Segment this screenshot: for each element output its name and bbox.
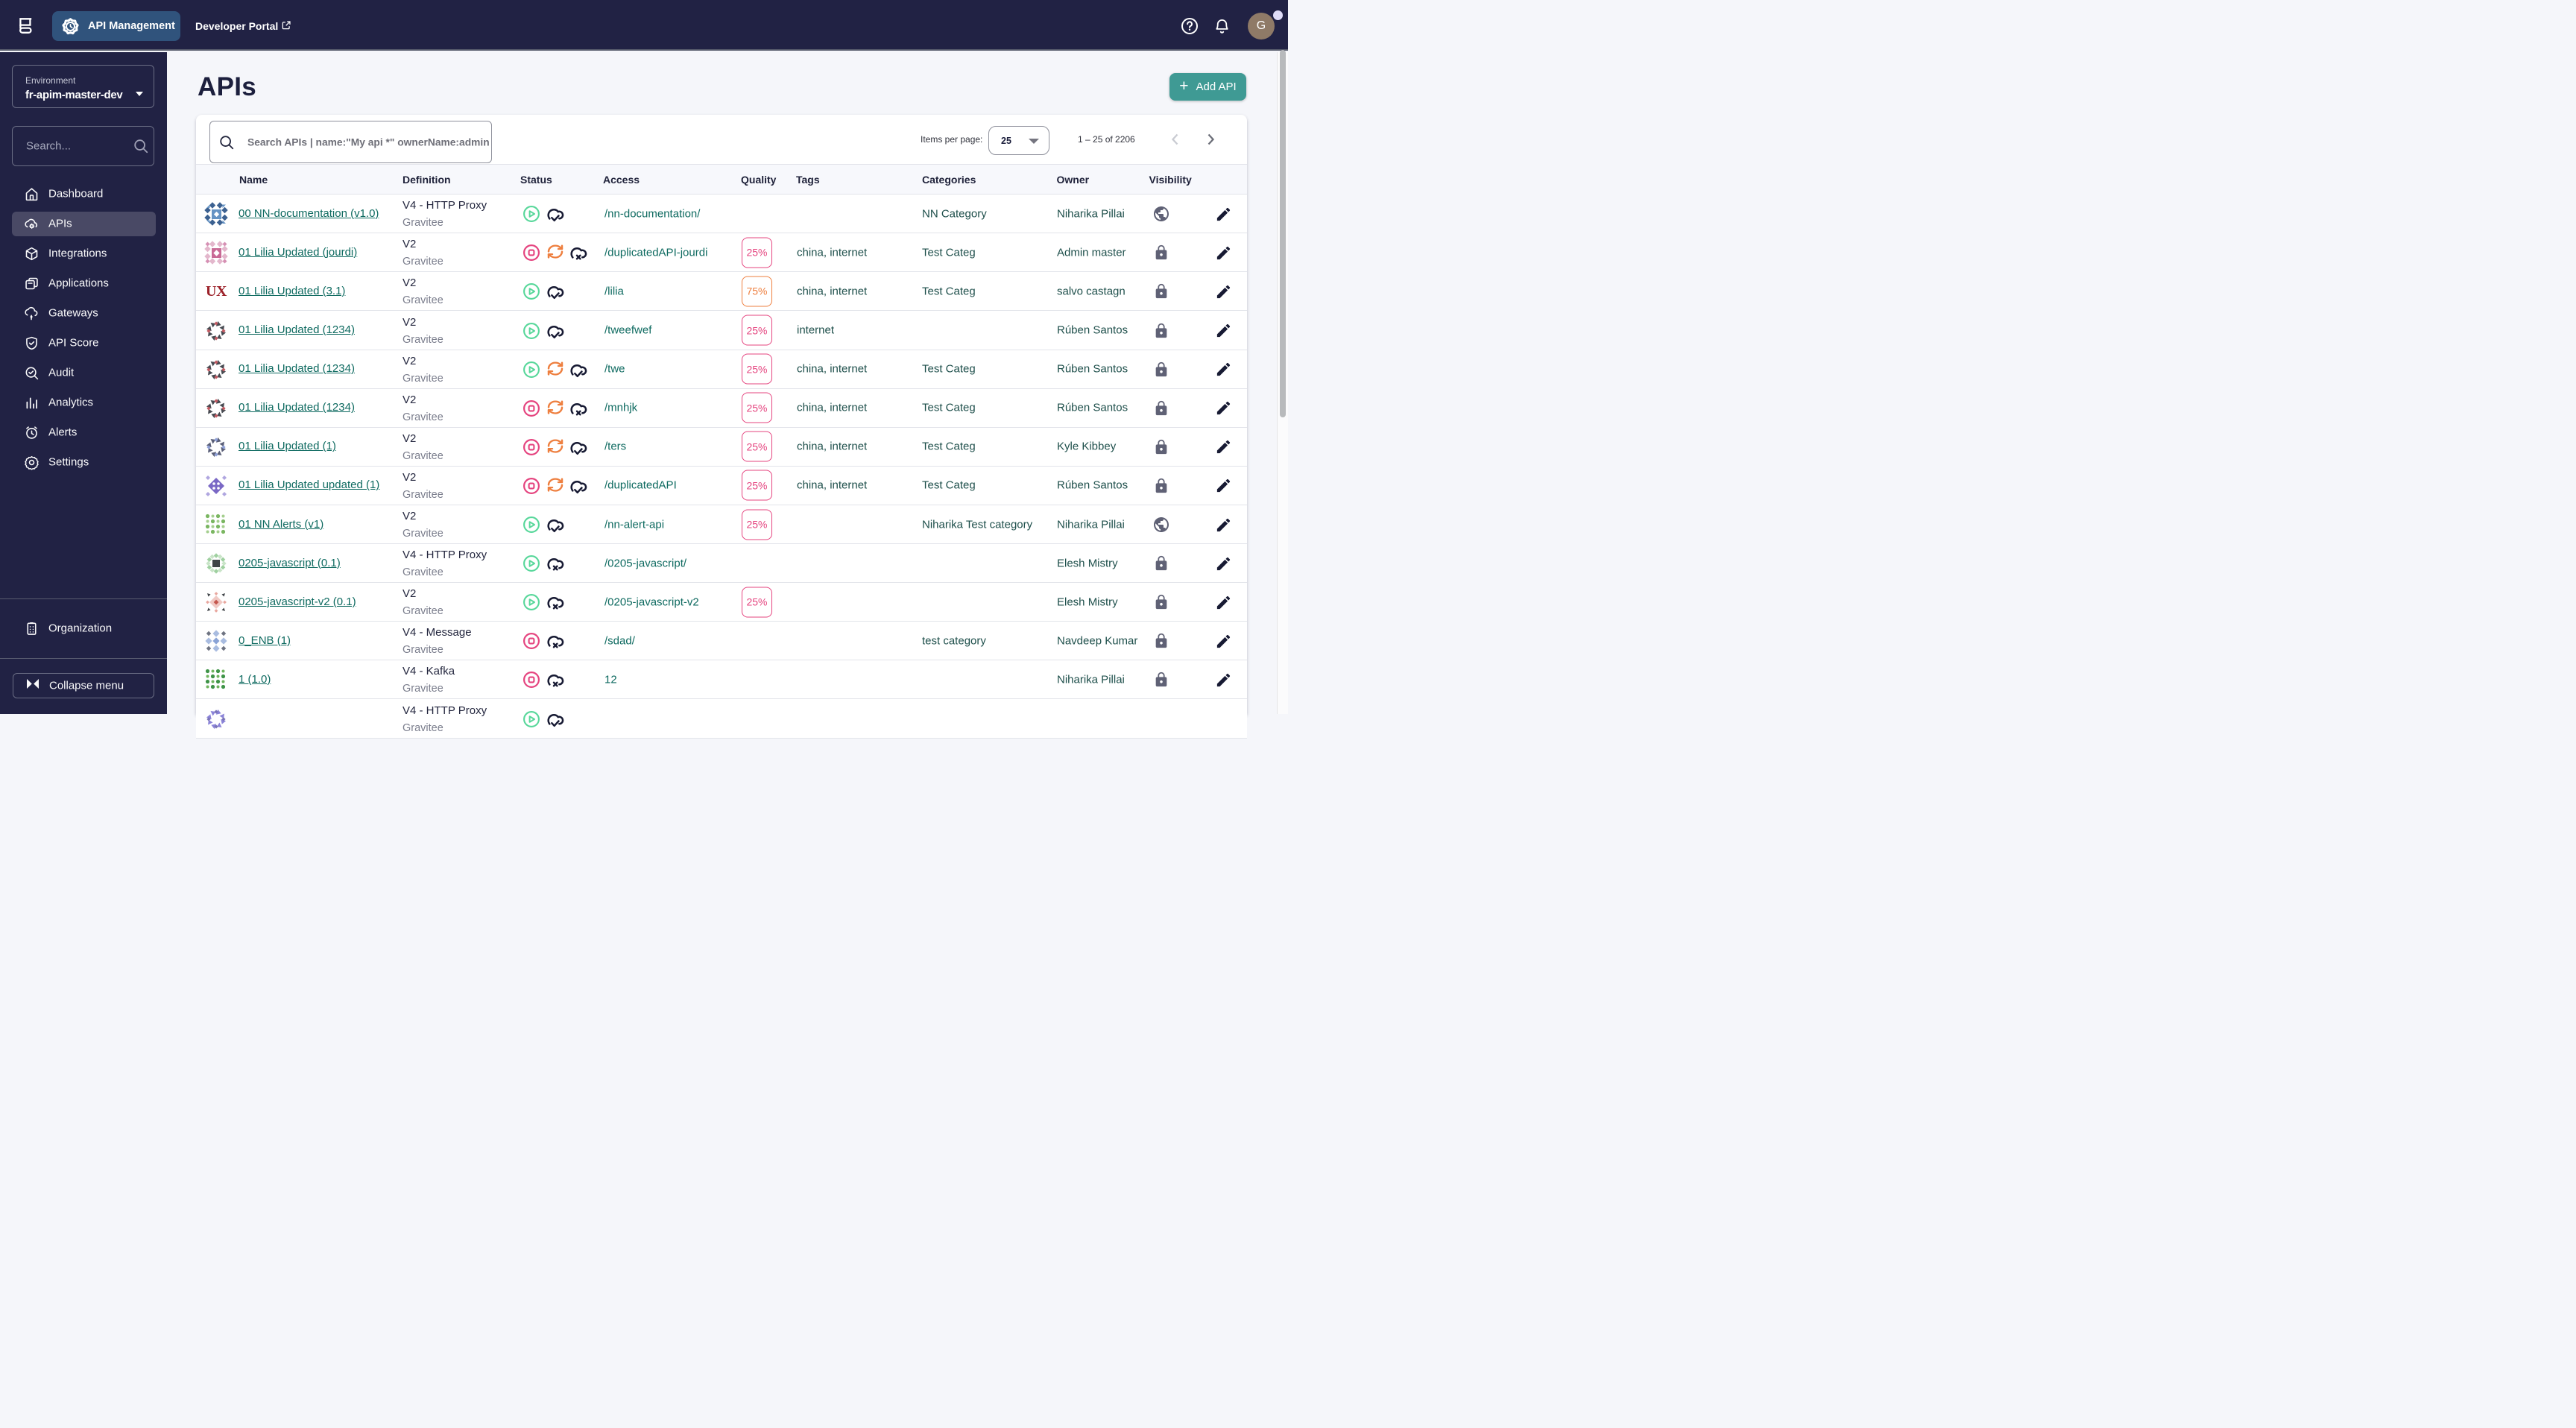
svg-text:UX: UX — [206, 283, 227, 300]
